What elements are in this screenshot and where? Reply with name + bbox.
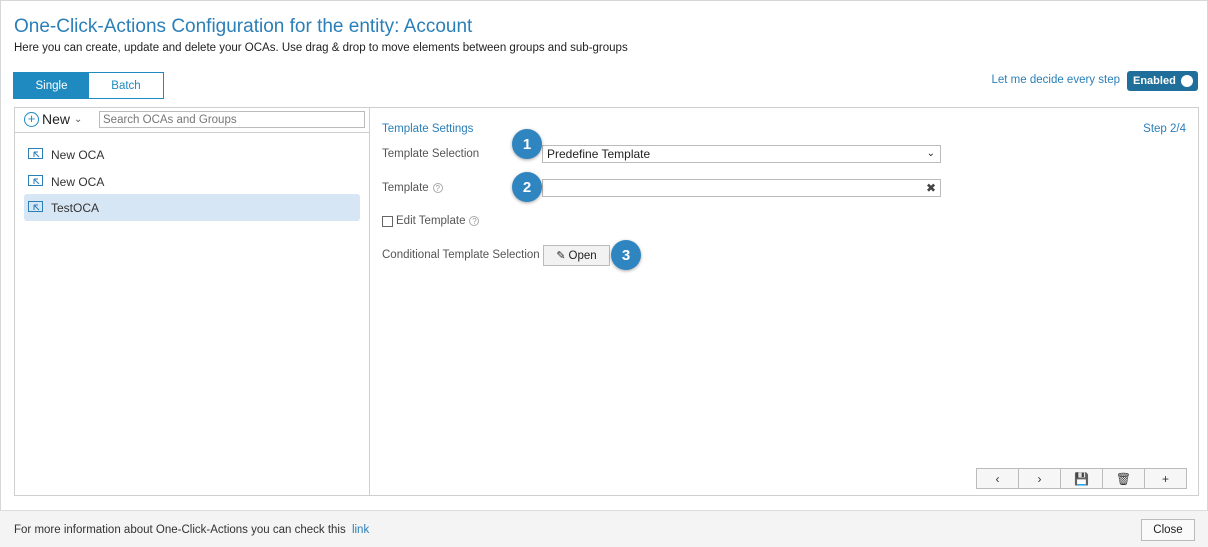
- tree-item-label: TestOCA: [51, 200, 100, 215]
- footer-bar: For more information about One-Click-Act…: [0, 510, 1208, 547]
- edit-icon: ✎: [556, 250, 566, 262]
- trash-icon: 🗑: [1115, 471, 1132, 486]
- template-label-row: Template?: [382, 182, 443, 194]
- checkbox-box[interactable]: [382, 215, 393, 227]
- tree-item-oca-selected[interactable]: TestOCA: [24, 194, 360, 221]
- search-input[interactable]: [99, 111, 365, 128]
- help-icon[interactable]: ?: [469, 216, 480, 226]
- next-button[interactable]: ›: [1019, 469, 1061, 488]
- open-label: Open: [568, 249, 597, 262]
- chevron-down-icon: ⌄: [926, 148, 935, 159]
- toggle-label: Enabled: [1133, 75, 1176, 87]
- previous-button[interactable]: ‹: [977, 469, 1019, 488]
- oca-tree-panel: + New ⌄ New OCA New OCA TestOCA: [14, 107, 370, 496]
- settings-panel: Template Settings Step 2/4 Template Sele…: [369, 107, 1199, 496]
- decide-every-step-label: Let me decide every step: [991, 74, 1121, 86]
- page-subtitle: Here you can create, update and delete y…: [14, 42, 628, 54]
- template-selection-value: Predefine Template: [547, 147, 651, 161]
- template-label: Template: [382, 182, 429, 194]
- open-button[interactable]: ✎ Open: [543, 245, 610, 266]
- edit-template-label: Edit Template: [396, 215, 466, 227]
- new-button[interactable]: + New ⌄: [24, 111, 82, 127]
- step-indicator: Step 2/4: [1143, 123, 1186, 135]
- step-navigation: ‹ › 💾 🗑 +: [976, 468, 1187, 489]
- chevron-down-icon: ⌄: [74, 113, 83, 125]
- tree-item-label: New OCA: [51, 147, 105, 162]
- tab-batch[interactable]: Batch: [89, 73, 163, 98]
- callout-badge-1: 1: [512, 129, 542, 159]
- tree-item-oca[interactable]: New OCA: [24, 168, 360, 195]
- clear-icon[interactable]: ✖: [926, 181, 936, 195]
- oca-icon: [28, 174, 43, 186]
- section-title: Template Settings: [382, 123, 474, 135]
- template-selection-dropdown[interactable]: Predefine Template ⌄: [542, 145, 941, 163]
- plus-icon: +: [1161, 471, 1169, 486]
- chevron-left-icon: ‹: [995, 471, 1000, 486]
- chevron-right-icon: ›: [1037, 471, 1042, 486]
- page-title: One-Click-Actions Configuration for the …: [14, 16, 473, 37]
- tree-item-oca[interactable]: New OCA: [24, 141, 360, 168]
- tree-item-label: New OCA: [51, 174, 105, 189]
- plus-circle-icon: +: [24, 111, 39, 127]
- conditional-template-label: Conditional Template Selection: [382, 249, 540, 261]
- oca-icon: [28, 147, 43, 159]
- footer-text: For more information about One-Click-Act…: [14, 524, 346, 536]
- delete-button[interactable]: 🗑: [1103, 469, 1145, 488]
- template-selection-label: Template Selection: [382, 148, 480, 160]
- help-icon[interactable]: ?: [432, 182, 443, 193]
- info-link[interactable]: link: [352, 524, 369, 536]
- oca-icon: [28, 200, 43, 212]
- callout-badge-2: 2: [512, 172, 542, 202]
- template-input[interactable]: ✖: [542, 179, 941, 197]
- save-icon: 💾: [1074, 471, 1089, 486]
- footer-info: For more information about One-Click-Act…: [14, 524, 369, 536]
- tab-single[interactable]: Single: [14, 73, 89, 98]
- new-label: New: [42, 111, 71, 127]
- mode-tabs: Single Batch: [13, 72, 164, 99]
- edit-template-checkbox[interactable]: Edit Template ?: [382, 215, 480, 227]
- save-button[interactable]: 💾: [1061, 469, 1103, 488]
- toggle-knob: [1181, 75, 1193, 87]
- close-button[interactable]: Close: [1141, 519, 1195, 541]
- decide-every-step-toggle[interactable]: Enabled: [1127, 71, 1198, 91]
- add-button[interactable]: +: [1145, 469, 1186, 488]
- callout-badge-3: 3: [611, 240, 641, 270]
